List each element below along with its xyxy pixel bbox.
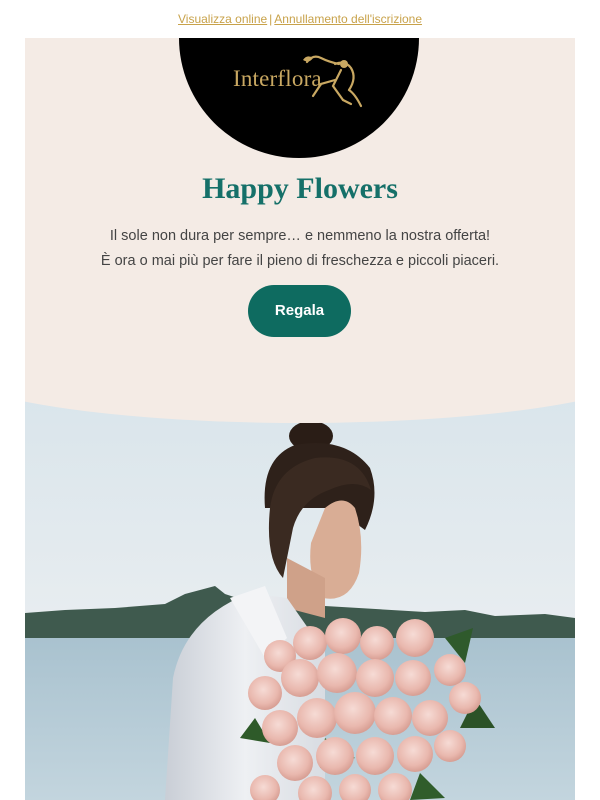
intro-line-1: Il sole non dura per sempre… e nemmeno l… <box>109 228 491 244</box>
preheader-links: Visualizza online | Annullamento dell'iscr… <box>0 0 600 38</box>
regala-button[interactable]: Regala <box>248 285 351 337</box>
unsubscribe-link[interactable]: Annullamento dell'iscrizione <box>274 12 422 26</box>
intro-text: Il sole non dura per sempre… e nemmeno l… <box>25 224 575 274</box>
link-separator: | <box>269 12 273 26</box>
mercury-messenger-icon <box>303 55 363 108</box>
headline: Happy Flowers <box>202 172 398 205</box>
email-body: Interflora Happy Flowers Il sole non dur… <box>25 38 575 800</box>
intro-line-2: È ora o mai più per fare il pieno di fre… <box>100 253 500 269</box>
view-online-link[interactable]: Visualizza online <box>178 12 267 26</box>
